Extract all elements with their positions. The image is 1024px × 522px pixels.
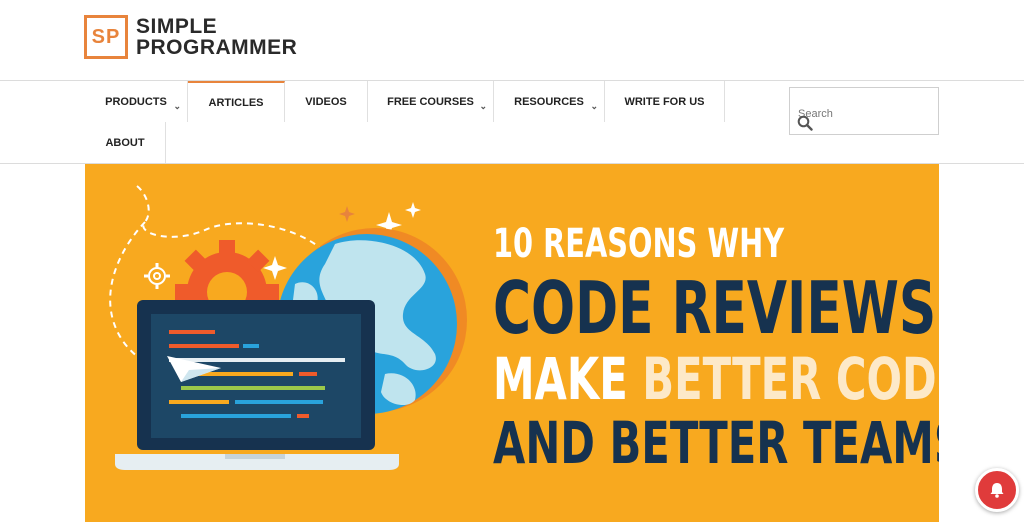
- nav-item-articles[interactable]: ARTICLES: [188, 81, 285, 122]
- logo-line-1: SIMPLE: [136, 15, 218, 38]
- notification-button[interactable]: [975, 468, 1019, 512]
- search-box: [789, 87, 939, 135]
- site-logo[interactable]: SP SIMPLE PROGRAMMER: [84, 15, 297, 59]
- nav-item-write-for-us[interactable]: WRITE FOR US: [605, 81, 725, 122]
- chevron-down-icon: ⌄: [479, 101, 487, 111]
- site-header: SP SIMPLE PROGRAMMER: [0, 0, 1024, 80]
- headline-line-3: MAKE BETTER CODE: [493, 345, 939, 413]
- nav-item-videos[interactable]: VIDEOS: [285, 81, 368, 122]
- logo-mark: SP: [84, 15, 128, 59]
- hero-headline: 10 REASONS WHY CODE REVIEWS MAKE BETTER …: [493, 221, 939, 477]
- main-nav: PRODUCTS ⌄ ARTICLES VIDEOS FREE COURSES ⌄ …: [0, 80, 1024, 164]
- nav-item-resources[interactable]: RESOURCES ⌄: [494, 81, 605, 122]
- bell-icon: [990, 483, 1004, 498]
- laptop-icon: [115, 300, 399, 470]
- hero-banner[interactable]: 10 REASONS WHY CODE REVIEWS MAKE BETTER …: [85, 164, 939, 522]
- headline-line-4: AND BETTER TEAMS: [493, 409, 939, 477]
- small-gear-icon: [144, 263, 170, 289]
- headline-line-1: 10 REASONS WHY: [493, 221, 785, 267]
- search-icon[interactable]: [797, 115, 813, 136]
- chevron-down-icon: ⌄: [590, 101, 598, 111]
- chevron-down-icon: ⌄: [173, 101, 181, 111]
- nav-item-about[interactable]: ABOUT: [85, 122, 166, 163]
- nav-item-products[interactable]: PRODUCTS ⌄: [85, 81, 188, 122]
- logo-line-2: PROGRAMMER: [136, 36, 298, 59]
- logo-wordmark: SIMPLE PROGRAMMER: [136, 16, 297, 58]
- nav-item-free-courses[interactable]: FREE COURSES ⌄: [368, 81, 494, 122]
- headline-line-2: CODE REVIEWS: [493, 266, 937, 350]
